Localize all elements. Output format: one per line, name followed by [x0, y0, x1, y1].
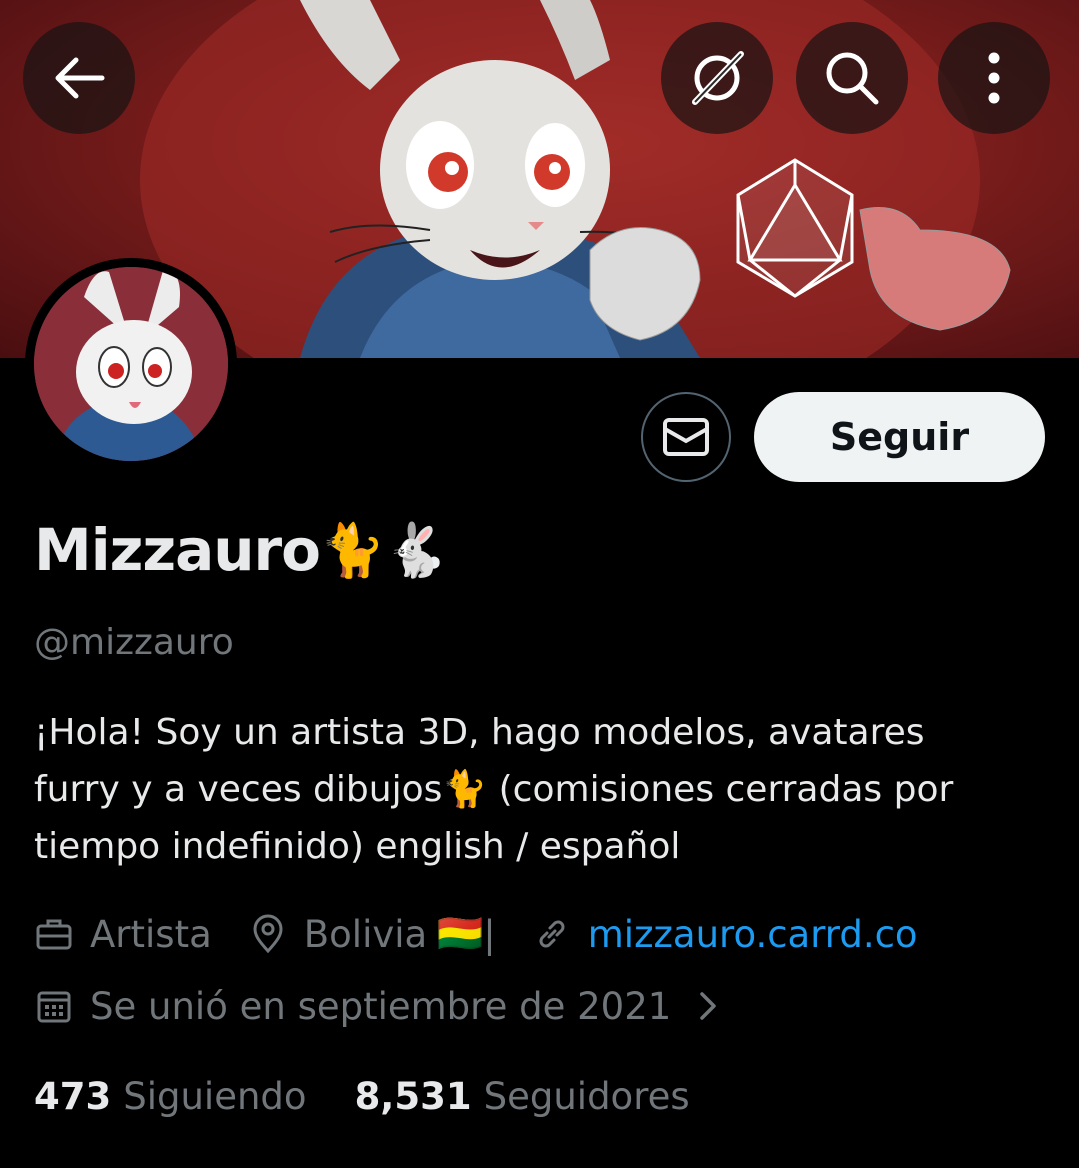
location: Bolivia 🇧🇴 |: [248, 912, 496, 956]
following-link[interactable]: 473 Siguiendo: [34, 1075, 307, 1118]
bio-text: (comisiones cerradas por: [487, 769, 954, 810]
display-name-text: Mizzauro: [34, 516, 321, 584]
display-name: Mizzauro 🐈 🐇: [34, 516, 448, 584]
avatar-image: [34, 267, 228, 461]
bio-line: tiempo indefinido) english / español: [34, 826, 681, 867]
more-vertical-icon: [988, 52, 1000, 104]
followers-label: Seguidores: [483, 1074, 690, 1118]
grok-button[interactable]: [661, 22, 773, 134]
join-date-label: Se unió en septiembre de 2021: [90, 984, 672, 1028]
profile-meta: Artista Bolivia 🇧🇴 | mizzauro.carrd.co: [34, 908, 918, 960]
website-link[interactable]: mizzauro.carrd.co: [588, 913, 918, 956]
website[interactable]: mizzauro.carrd.co: [532, 913, 918, 956]
join-date[interactable]: Se unió en septiembre de 2021: [34, 980, 723, 1032]
username-handle: @mizzauro: [34, 622, 234, 663]
following-count: 473: [34, 1074, 112, 1118]
arrow-left-icon: [55, 57, 105, 99]
profile-bio: ¡Hola! Soy un artista 3D, hago modelos, …: [34, 704, 1044, 875]
bolivia-flag-emoji: 🇧🇴: [437, 912, 484, 955]
followers-link[interactable]: 8,531 Seguidores: [355, 1075, 690, 1118]
location-pin-icon: [253, 914, 283, 954]
grok-icon: [692, 51, 744, 105]
follow-button[interactable]: Seguir: [754, 392, 1045, 482]
chevron-right-icon: [700, 992, 717, 1020]
location-label: Bolivia: [303, 912, 428, 956]
location-suffix: |: [483, 912, 496, 956]
following-label: Siguiendo: [123, 1074, 307, 1118]
search-icon: [826, 52, 879, 105]
category-label: Artista: [90, 912, 212, 956]
message-button[interactable]: [641, 392, 731, 482]
avatar[interactable]: [25, 258, 237, 470]
bio-line: ¡Hola! Soy un artista 3D, hago modelos, …: [34, 712, 925, 753]
bio-text: furry y a veces dibujos: [34, 769, 443, 810]
rabbit-emoji: 🐇: [383, 520, 449, 581]
followers-count: 8,531: [354, 1074, 472, 1118]
more-button[interactable]: [938, 22, 1050, 134]
link-icon: [539, 920, 565, 948]
bio-line: furry y a veces dibujos🐈 (comisiones cer…: [34, 761, 1044, 818]
search-button[interactable]: [796, 22, 908, 134]
cat-emoji: 🐈: [442, 769, 488, 810]
follow-stats: 473 Siguiendo 8,531 Seguidores: [34, 1068, 690, 1124]
category: Artista: [34, 913, 212, 956]
briefcase-icon: [36, 919, 72, 950]
calendar-icon: [37, 991, 71, 1023]
back-button[interactable]: [23, 22, 135, 134]
cat-emoji: 🐈: [320, 520, 385, 581]
envelope-icon: [663, 418, 709, 456]
